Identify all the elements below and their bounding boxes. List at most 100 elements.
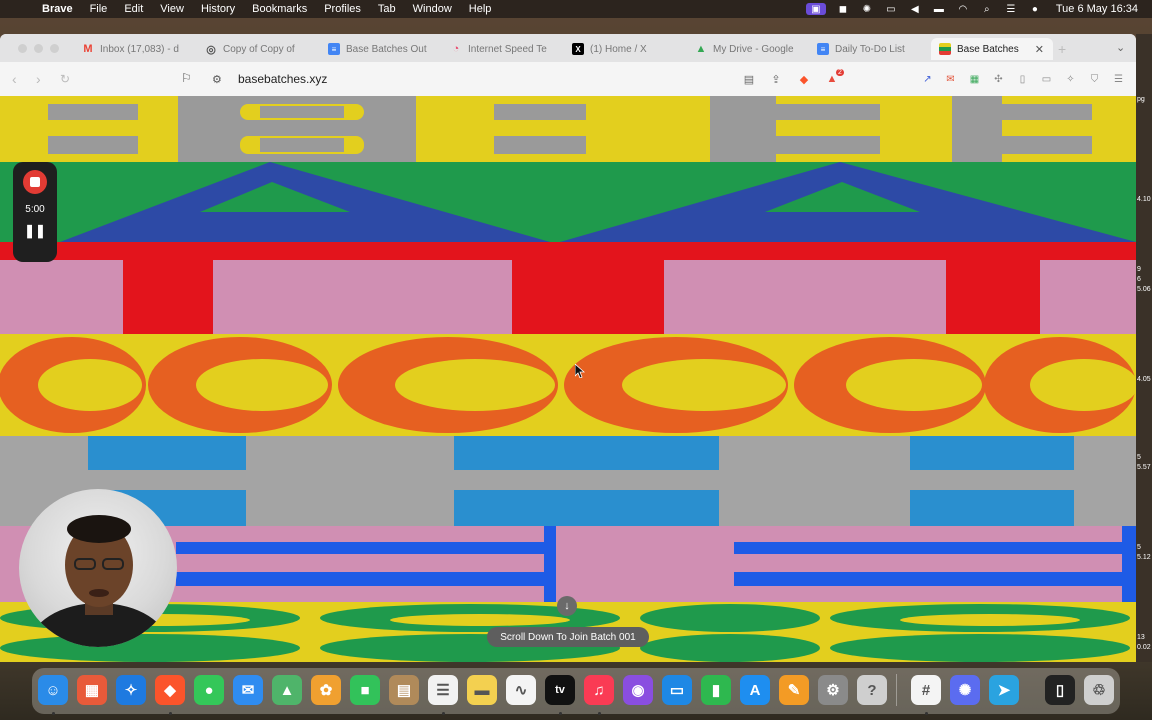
menu-profiles[interactable]: Profiles [324, 3, 361, 15]
photos-icon[interactable]: ✿ [311, 675, 341, 705]
browser-menu-icon[interactable]: ☰ [1112, 73, 1125, 86]
share-icon[interactable]: ⇪ [769, 72, 783, 86]
help-icon[interactable]: ? [857, 675, 887, 705]
appstore-icon[interactable]: A [740, 675, 770, 705]
basebatches-icon [939, 43, 951, 55]
recorder-status-icon[interactable]: ◼ [836, 3, 850, 15]
finder-icon[interactable]: ☺ [38, 675, 68, 705]
notes-icon[interactable]: ▬ [467, 675, 497, 705]
mouse-cursor-icon [575, 364, 585, 378]
t-stem [123, 242, 213, 334]
extension-arrow-icon[interactable]: ↗ [921, 73, 934, 86]
menu-file[interactable]: File [90, 3, 108, 15]
stop-recording-button[interactable] [23, 170, 47, 194]
band-a-art [0, 162, 1136, 242]
launchpad-icon[interactable]: ▦ [77, 675, 107, 705]
close-tab-icon[interactable]: ✕ [1035, 43, 1044, 56]
extension-grid-icon[interactable]: ▦ [968, 73, 981, 86]
contacts-icon[interactable]: ▤ [389, 675, 419, 705]
telegram-icon[interactable]: ➤ [989, 675, 1019, 705]
pause-icon[interactable]: ❚❚ [24, 223, 46, 239]
tab-search-chevron-icon[interactable]: ⌄ [1116, 41, 1125, 54]
vpn-icon[interactable]: ⛉ [1088, 73, 1101, 86]
tab-base-batches-out[interactable]: ≡ Base Batches Out [328, 38, 428, 60]
gear-app-icon[interactable]: ✺ [950, 675, 980, 705]
settings-icon[interactable]: ⚙ [818, 675, 848, 705]
tab-copy-of-copy[interactable]: ◎ Copy of Copy of [205, 38, 305, 60]
settings-gear-icon[interactable]: ✺ [860, 3, 874, 15]
menu-app-name[interactable]: Brave [42, 3, 73, 15]
sidebar-icon[interactable]: ▯ [1016, 73, 1029, 86]
dock-running-indicator [169, 712, 172, 715]
tab-my-drive[interactable]: ▲ My Drive - Google [695, 38, 795, 60]
window-icon[interactable]: ▭ [884, 3, 898, 15]
wallet-icon[interactable]: ▭ [1040, 73, 1053, 86]
person-hair [67, 515, 131, 543]
menu-tab[interactable]: Tab [378, 3, 396, 15]
close-window-button[interactable] [18, 44, 27, 53]
back-arrow-icon[interactable]: ‹ [12, 71, 17, 87]
scroll-down-button[interactable]: Scroll Down To Join Batch 001 [487, 627, 649, 647]
new-tab-button[interactable]: + [1058, 41, 1066, 57]
tab-daily-todo[interactable]: ≡ Daily To-Do List [817, 38, 917, 60]
search-icon[interactable]: ⌕ [980, 3, 994, 15]
volume-icon[interactable]: ◀ [908, 3, 922, 15]
drive-icon: ▲ [695, 43, 707, 55]
minimize-window-button[interactable] [34, 44, 43, 53]
t-stem [512, 242, 664, 334]
extension-mail-icon[interactable]: ✉ [944, 73, 957, 86]
edge-label: 4.05 [1137, 376, 1151, 383]
edge-label: 5.57 [1137, 464, 1151, 471]
reload-icon[interactable]: ↻ [60, 72, 70, 86]
screen-record-icon[interactable]: ▣ [805, 3, 826, 15]
trash-icon[interactable]: ♲ [1084, 675, 1114, 705]
e-stroke [176, 542, 544, 554]
dock-running-indicator [442, 712, 445, 715]
leo-ai-icon[interactable]: ✧ [1064, 73, 1077, 86]
brave-icon[interactable]: ◆ [155, 675, 185, 705]
keynote-icon[interactable]: ▭ [662, 675, 692, 705]
facetime-icon[interactable]: ■ [350, 675, 380, 705]
webcam-bubble[interactable] [19, 489, 177, 647]
safari-icon[interactable]: ✧ [116, 675, 146, 705]
menu-history[interactable]: History [201, 3, 235, 15]
tab-x-home[interactable]: X (1) Home / X [572, 38, 672, 60]
scroll-down-arrow-icon[interactable]: ↓ [557, 596, 577, 616]
c-counter [196, 359, 328, 411]
slack-icon[interactable]: # [911, 675, 941, 705]
podcasts-icon[interactable]: ◉ [623, 675, 653, 705]
menu-bookmarks[interactable]: Bookmarks [252, 3, 307, 15]
siri-icon[interactable]: ● [1028, 3, 1042, 15]
brave-shields-icon[interactable]: ◆ [797, 72, 811, 86]
maps-icon[interactable]: ▲ [272, 675, 302, 705]
mail-icon[interactable]: ✉ [233, 675, 263, 705]
tab-inbox[interactable]: M Inbox (17,083) - d [82, 38, 186, 60]
person-mouth [89, 589, 109, 597]
music-icon[interactable]: ♫ [584, 675, 614, 705]
site-settings-icon[interactable]: ⚙ [212, 73, 226, 86]
extension-puzzle-icon[interactable]: ✣ [992, 73, 1005, 86]
edge-label: 5 [1137, 544, 1141, 551]
tab-internet-speed[interactable]: ◔ Internet Speed Te [450, 38, 550, 60]
wifi-icon[interactable]: ◠ [956, 3, 970, 15]
menu-window[interactable]: Window [413, 3, 452, 15]
messages-icon[interactable]: ● [194, 675, 224, 705]
phone-mirror-icon[interactable]: ▯ [1045, 675, 1075, 705]
control-center-icon[interactable]: ☰ [1004, 3, 1018, 15]
apple-icon[interactable] [14, 2, 28, 16]
menu-edit[interactable]: Edit [124, 3, 143, 15]
pages-icon[interactable]: ✎ [779, 675, 809, 705]
reminders-icon[interactable]: ☰ [428, 675, 458, 705]
reader-mode-icon[interactable]: ▤ [742, 72, 756, 86]
forward-arrow-icon[interactable]: › [36, 71, 41, 87]
menubar-clock[interactable]: Tue 6 May 16:34 [1056, 3, 1138, 15]
zoom-window-button[interactable] [50, 44, 59, 53]
freeform-icon[interactable]: ∿ [506, 675, 536, 705]
menu-help[interactable]: Help [469, 3, 492, 15]
tv-icon[interactable]: tv [545, 675, 575, 705]
numbers-icon[interactable]: ▮ [701, 675, 731, 705]
tab-base-batches-active[interactable]: Base Batches ✕ [931, 38, 1053, 60]
bookmark-icon[interactable]: ⚐ [181, 71, 192, 85]
menu-view[interactable]: View [160, 3, 184, 15]
battery-icon[interactable]: ▬ [932, 3, 946, 15]
